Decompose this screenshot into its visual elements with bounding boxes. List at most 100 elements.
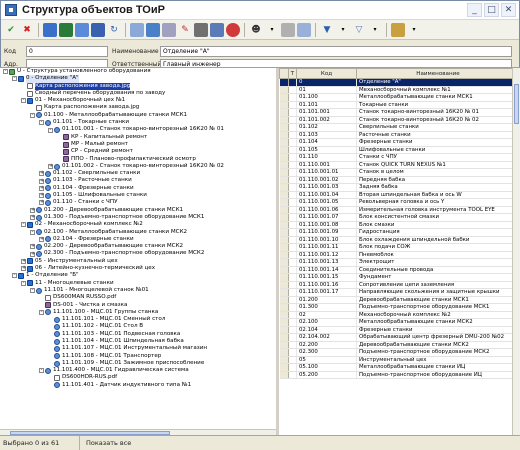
expand-toggle-icon[interactable]: +: [30, 244, 35, 250]
row-header[interactable]: [279, 116, 289, 124]
tree-node[interactable]: 11.101.101 - МЦС.01 Сменный стол: [0, 316, 276, 323]
row-header[interactable]: [279, 153, 289, 162]
expand-toggle-icon[interactable]: +: [30, 215, 35, 221]
table-row[interactable]: 01.110.001 Станок QUICK TURN NEXUS №1: [279, 161, 520, 169]
tree-node[interactable]: +01.110 - Станки с ЧПУ: [0, 199, 276, 206]
table-row[interactable]: 01.110.001.08 Блок смазки: [279, 221, 520, 229]
collapse-toggle-icon[interactable]: -: [21, 280, 26, 286]
edit-icon[interactable]: ✎: [178, 23, 192, 37]
row-header[interactable]: [279, 326, 289, 334]
tree-node[interactable]: - 01 - Механосборочный цех №1: [0, 97, 276, 104]
table-row[interactable]: 01.110.001.09 Гидростанция: [279, 228, 520, 237]
row-header[interactable]: [279, 318, 289, 327]
chevron-down-icon[interactable]: ▾: [336, 23, 350, 37]
table-row[interactable]: 02.200 Деревообрабатывающие станки МСК2: [279, 341, 520, 349]
row-header[interactable]: [279, 101, 289, 109]
row-header[interactable]: [279, 311, 289, 319]
tree-node[interactable]: - 11.101.400 - МЦС.01 Гидравлическая сист…: [0, 367, 276, 374]
close-button[interactable]: ✕: [501, 3, 516, 17]
table-row[interactable]: 01.110.001.01 Станок в целом: [279, 168, 520, 177]
tree-node[interactable]: DS600HDR-RUS.pdf: [0, 374, 276, 382]
table-row[interactable]: 01.110.001.03 Задняя бабка: [279, 183, 520, 192]
tree-node[interactable]: - 01.100 - Металлообрабатывающие станки М…: [0, 112, 276, 119]
row-header[interactable]: [279, 288, 289, 297]
table-row[interactable]: 01.110.001.12 Пневмоблок: [279, 251, 520, 259]
row-header[interactable]: [279, 273, 289, 282]
collapse-toggle-icon[interactable]: -: [39, 120, 44, 126]
check-icon[interactable]: ✔: [4, 23, 18, 37]
collapse-toggle-icon[interactable]: -: [21, 98, 26, 104]
row-header[interactable]: [279, 108, 289, 117]
chevron-down-icon[interactable]: ▾: [265, 23, 279, 37]
tree-node[interactable]: +01.102 - Сверлильные станки: [0, 170, 276, 177]
tree-node[interactable]: - 02 - Механосборочный комплекс №2: [0, 221, 276, 228]
tree-node[interactable]: DS600MAN RUSSO.pdf: [0, 294, 276, 301]
row-header[interactable]: [279, 228, 289, 237]
tree-node[interactable]: +06 - Литейно-кузнечно-термический цех: [0, 265, 276, 272]
table-row[interactable]: 01.110.001.06 Измерительная головка инстр…: [279, 206, 520, 214]
row-header[interactable]: [279, 333, 289, 342]
maximize-button[interactable]: □: [484, 3, 499, 17]
user-icon[interactable]: ☻: [249, 23, 263, 37]
table-row[interactable]: 02.100 Металлообрабатывающие станки МСК2: [279, 318, 520, 327]
collapse-toggle-icon[interactable]: -: [21, 222, 26, 228]
tree-node[interactable]: +02.104 - Фрезерные станки: [0, 236, 276, 243]
collapse-toggle-icon[interactable]: -: [30, 288, 35, 294]
tree-node[interactable]: 11.101.107 - МЦС.01 Инструментальный маг…: [0, 345, 276, 352]
table-row[interactable]: 01.102 Сверлильные станки: [279, 123, 520, 132]
row-header[interactable]: [279, 221, 289, 229]
row-header[interactable]: [279, 348, 289, 357]
columns-icon[interactable]: [297, 22, 311, 37]
table-row[interactable]: 05.200 Подъемно-транспортное оборудование…: [279, 371, 520, 379]
table-row[interactable]: 01.110.001.02 Передняя бабка: [279, 176, 520, 184]
tree-node[interactable]: +01.200 - Деревообрабатывающие станки МС…: [0, 207, 276, 214]
collapse-toggle-icon[interactable]: -: [39, 309, 44, 315]
table-row[interactable]: 01.101.001 Станок токарно-винторезный 16К…: [279, 108, 520, 117]
table-row[interactable]: 01.110.001.04 Вторая шпиндельная бабка и …: [279, 191, 520, 199]
row-header[interactable]: [279, 356, 289, 364]
settings-icon[interactable]: [210, 22, 224, 37]
table-row[interactable]: 01.110.001.07 Блок консистентной смазки: [279, 213, 520, 222]
add-node-icon[interactable]: [43, 22, 57, 37]
column-header-type[interactable]: Т: [288, 68, 297, 79]
expand-toggle-icon[interactable]: +: [39, 236, 44, 242]
row-header[interactable]: [279, 371, 289, 379]
tree-node[interactable]: - 11.101 - Многоцелевой станок №01: [0, 287, 276, 294]
table-row[interactable]: 01.101.002 Станок токарно-винторезный 16К…: [279, 116, 520, 124]
tree-node[interactable]: - 1 - Отделение "Б": [0, 272, 276, 279]
tree-node[interactable]: +02.300 - Подъемно-транспортное оборудов…: [0, 250, 276, 258]
expand-toggle-icon[interactable]: +: [30, 207, 35, 213]
tree-node[interactable]: - 11.101.100 - МЦС.01 Группы станка: [0, 309, 276, 316]
collapse-toggle-icon[interactable]: -: [39, 368, 44, 374]
tree-node[interactable]: КР - Капитальный ремонт: [0, 134, 276, 141]
tree-node[interactable]: +01.101.002 - Станок токарно-винторезный…: [0, 163, 276, 170]
table-row[interactable]: 01.105 Шлифовальные станки: [279, 146, 520, 154]
expand-toggle-icon[interactable]: +: [21, 258, 26, 264]
export-icon[interactable]: [391, 22, 405, 37]
scrollbar-thumb[interactable]: [514, 84, 519, 124]
edit-node-icon[interactable]: [59, 22, 73, 37]
table-row[interactable]: 01.110.001.13 Электрощит: [279, 258, 520, 267]
row-header[interactable]: [279, 266, 289, 274]
collapse-toggle-icon[interactable]: -: [48, 127, 53, 133]
tree-node[interactable]: - U - Структура установленного оборудован…: [0, 68, 276, 75]
tree-node[interactable]: СР - Средний ремонт: [0, 148, 276, 155]
table-row[interactable]: 02.104.002 Обрабатывающий центр фрезерный…: [279, 333, 520, 342]
row-header[interactable]: [279, 161, 289, 169]
chevron-down-icon[interactable]: ▾: [368, 23, 382, 37]
row-header[interactable]: [279, 138, 289, 147]
move-node-icon[interactable]: [91, 22, 105, 37]
tree-node[interactable]: DS-001 - Чистка и смазка: [0, 302, 276, 309]
row-header[interactable]: [279, 93, 289, 102]
tree-node[interactable]: +01.105 - Шлифовальные станки: [0, 192, 276, 199]
delete-icon[interactable]: ✖: [20, 23, 34, 37]
list-icon[interactable]: [281, 22, 295, 37]
table-row[interactable]: 01.101 Токарные станки: [279, 101, 520, 109]
table-row[interactable]: 02.104 Фрезерные станки: [279, 326, 520, 334]
minimize-button[interactable]: _: [467, 3, 482, 17]
table-row[interactable]: 01.110.001.14 Соединительные провода: [279, 266, 520, 274]
tree-node[interactable]: ППО - Планово-профилактический осмотр: [0, 156, 276, 163]
expand-toggle-icon[interactable]: +: [39, 200, 44, 206]
row-header[interactable]: [279, 183, 289, 192]
tree-node[interactable]: +01.104 - Фрезерные станки: [0, 185, 276, 192]
